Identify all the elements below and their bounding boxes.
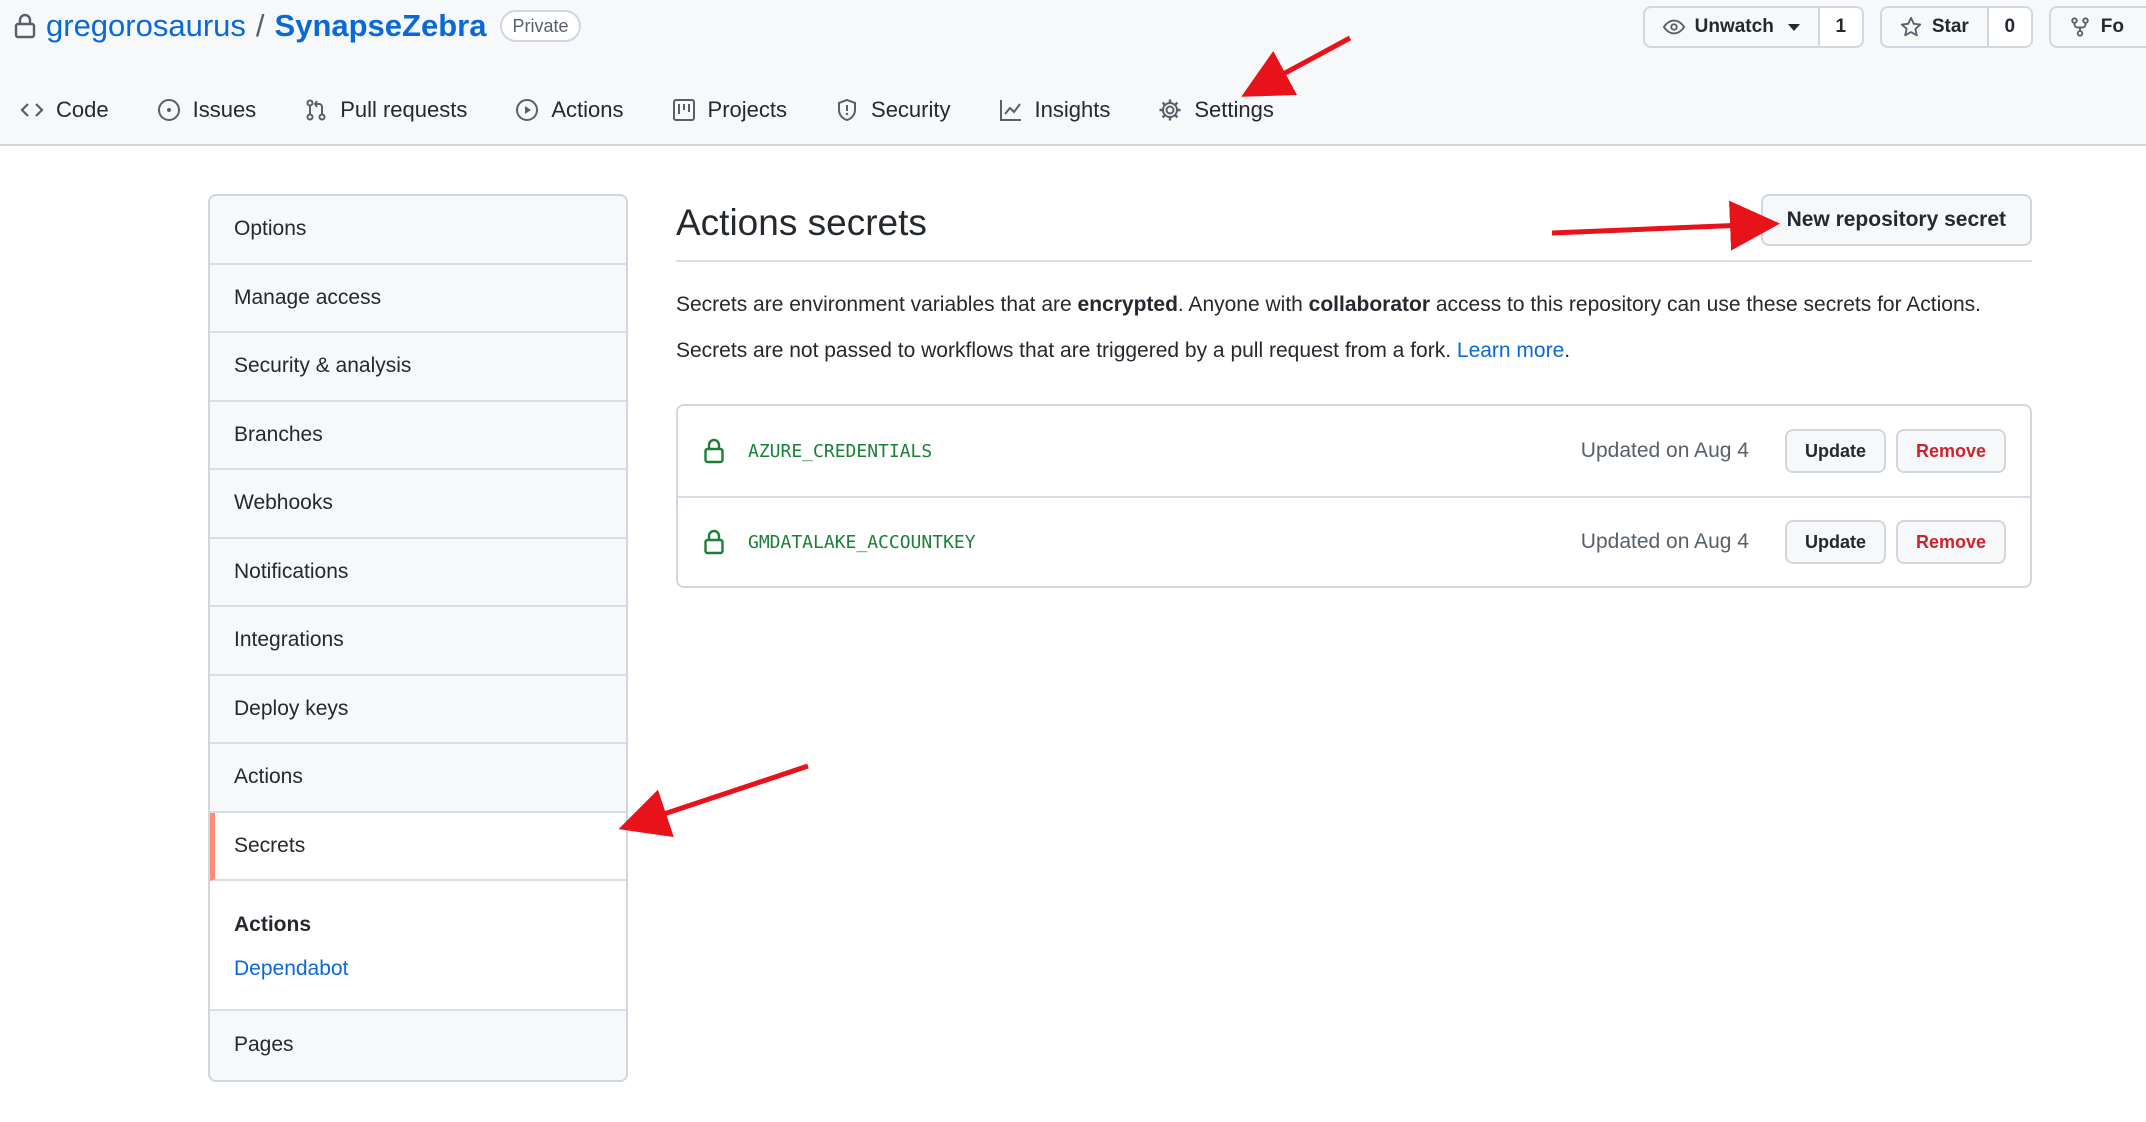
desc-bold-collaborator: collaborator (1308, 293, 1431, 316)
tab-issues[interactable]: Issues (157, 97, 257, 123)
sidebar-item-pages[interactable]: Pages (210, 1011, 626, 1080)
tab-pull-requests-label: Pull requests (340, 97, 468, 122)
secret-name: AZURE_CREDENTIALS (748, 440, 933, 462)
tab-settings-label: Settings (1194, 97, 1274, 122)
tab-projects-label: Projects (707, 97, 788, 122)
play-icon (515, 98, 539, 122)
watch-button-group: Unwatch 1 (1642, 6, 1864, 48)
settings-sidebar: Options Manage access Security & analysi… (208, 194, 628, 1082)
fork-icon (2069, 16, 2091, 38)
new-repository-secret-button[interactable]: New repository secret (1760, 194, 2032, 246)
secrets-fork-note: Secrets are not passed to workflows that… (676, 336, 2032, 366)
page-title: Actions secrets (676, 202, 927, 243)
lock-icon (704, 529, 724, 555)
shield-icon (835, 98, 859, 122)
lock-icon (14, 13, 36, 39)
arrow-to-secrets-item (618, 763, 809, 838)
secret-updated-date: Updated on Aug 4 (1580, 530, 1749, 553)
main-content: Actions secrets New repository secret Se… (676, 194, 2032, 588)
star-count[interactable]: 0 (1986, 8, 2031, 46)
sidebar-item-options[interactable]: Options (210, 196, 626, 265)
tab-code-label: Code (56, 97, 109, 122)
tab-issues-label: Issues (192, 97, 257, 122)
remove-secret-button[interactable]: Remove (1895, 429, 2006, 473)
repo-title: gregorosaurus / SynapseZebra Private (14, 6, 581, 46)
sidebar-item-branches[interactable]: Branches (210, 402, 626, 470)
tab-actions-label: Actions (551, 97, 624, 122)
sidebar-item-webhooks[interactable]: Webhooks (210, 470, 626, 539)
sidebar-item-actions[interactable]: Actions (210, 744, 626, 813)
repo-nav: Code Issues Pull requests Actions Projec… (20, 90, 1274, 130)
tab-settings[interactable]: Settings (1158, 97, 1274, 123)
repo-actions: Unwatch 1 Star 0 Fo (1642, 6, 2146, 48)
sidebar-item-notifications[interactable]: Notifications (210, 539, 626, 607)
sidebar-item-secrets[interactable]: Secrets (210, 812, 626, 881)
secret-name: GMDATALAKE_ACCOUNTKEY (748, 531, 976, 553)
remove-secret-button[interactable]: Remove (1895, 520, 2006, 564)
list-item: GMDATALAKE_ACCOUNTKEY Updated on Aug 4 U… (678, 496, 2030, 586)
tab-projects[interactable]: Projects (672, 97, 787, 123)
star-button[interactable]: Star (1882, 8, 1987, 46)
star-label: Star (1931, 16, 1969, 37)
tab-insights-label: Insights (1034, 97, 1111, 122)
sidebar-item-deploy-keys[interactable]: Deploy keys (210, 676, 626, 744)
tab-pull-requests[interactable]: Pull requests (304, 97, 467, 123)
unwatch-button[interactable]: Unwatch (1645, 8, 1818, 46)
sidebar-subsection-dependabot-link[interactable]: Dependabot (234, 957, 602, 981)
repo-separator: / (255, 8, 265, 43)
update-secret-button[interactable]: Update (1784, 429, 1886, 473)
learn-more-link[interactable]: Learn more (1457, 339, 1564, 362)
desc-text-1: Secrets are environment variables that a… (676, 293, 1078, 316)
fork-button[interactable]: Fo (2051, 8, 2146, 46)
sidebar-secrets-subsection: Actions Dependabot (210, 881, 626, 1011)
secrets-list: AZURE_CREDENTIALS Updated on Aug 4 Updat… (676, 404, 2032, 588)
secrets-description: Secrets are environment variables that a… (676, 290, 2032, 320)
visibility-badge: Private (500, 10, 581, 42)
list-item: AZURE_CREDENTIALS Updated on Aug 4 Updat… (678, 406, 2030, 496)
fork-button-group: Fo (2048, 6, 2146, 48)
project-icon (672, 98, 696, 122)
tab-code[interactable]: Code (20, 97, 109, 123)
update-secret-button[interactable]: Update (1784, 520, 1886, 564)
watch-count[interactable]: 1 (1817, 8, 1862, 46)
fork-label: Fo (2100, 16, 2124, 37)
desc-text-3: access to this repository can use these … (1430, 293, 1981, 316)
desc-text-2: . Anyone with (1177, 293, 1309, 316)
star-icon (1900, 16, 1922, 38)
chevron-down-icon (1787, 23, 1800, 31)
sidebar-subsection-actions[interactable]: Actions (234, 913, 602, 937)
lock-icon (704, 438, 724, 464)
desc-bold-encrypted: encrypted (1077, 293, 1178, 316)
star-button-group: Star 0 (1879, 6, 2033, 48)
sidebar-item-security-analysis[interactable]: Security & analysis (210, 333, 626, 402)
sidebar-item-integrations[interactable]: Integrations (210, 607, 626, 676)
tab-insights[interactable]: Insights (999, 97, 1111, 123)
repo-owner-link[interactable]: gregorosaurus (46, 8, 246, 44)
gear-icon (1158, 98, 1182, 122)
issue-icon (157, 98, 181, 122)
tab-actions[interactable]: Actions (515, 97, 624, 123)
fork-note-end: . (1564, 339, 1571, 362)
secret-updated-date: Updated on Aug 4 (1580, 439, 1749, 462)
graph-icon (999, 98, 1023, 122)
unwatch-label: Unwatch (1694, 16, 1774, 37)
fork-note-text: Secrets are not passed to workflows that… (676, 339, 1457, 362)
page-header: Actions secrets New repository secret (676, 194, 2032, 262)
code-icon (20, 98, 44, 122)
repo-header: gregorosaurus / SynapseZebra Private Unw… (0, 0, 2146, 146)
tab-security-label: Security (871, 97, 951, 122)
repo-name-link[interactable]: SynapseZebra (275, 8, 487, 44)
sidebar-item-manage-access[interactable]: Manage access (210, 265, 626, 333)
pull-request-icon (304, 98, 328, 122)
eye-icon (1662, 16, 1685, 38)
tab-security[interactable]: Security (835, 97, 951, 123)
